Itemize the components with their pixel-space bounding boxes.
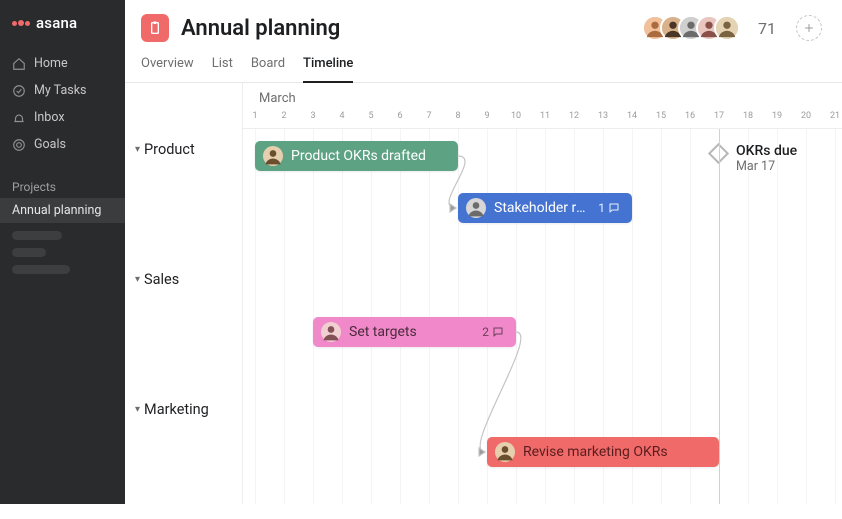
section-label: Sales <box>144 271 179 288</box>
sidebar: asana Home My Tasks Inbox Goals P <box>0 0 125 504</box>
main: Annual planning 71 Overview List Board T… <box>125 0 842 504</box>
project-placeholder <box>12 231 62 240</box>
section-sales[interactable]: ▾ Sales <box>125 259 242 389</box>
day-tick: 4 <box>339 111 344 121</box>
task-label: Set targets <box>349 324 474 340</box>
caret-down-icon: ▾ <box>135 141 140 155</box>
task-bar-stakeholder[interactable]: Stakeholder review 1 <box>458 193 632 223</box>
nav-goals[interactable]: Goals <box>0 131 125 158</box>
nav-label: My Tasks <box>34 83 87 98</box>
asana-logo-icon <box>12 20 30 26</box>
day-tick: 17 <box>714 111 724 121</box>
nav-label: Home <box>34 56 68 71</box>
bell-icon <box>12 111 26 125</box>
project-placeholder <box>12 248 46 257</box>
task-bar-set-targets[interactable]: Set targets 2 <box>313 317 516 347</box>
tab-timeline[interactable]: Timeline <box>303 50 353 83</box>
day-tick: 14 <box>627 111 637 121</box>
comment-count[interactable]: 1 <box>598 201 620 215</box>
gridline <box>284 129 285 504</box>
day-tick: 19 <box>772 111 782 121</box>
milestone-date: Mar 17 <box>736 159 797 174</box>
task-bar-revise-mkt[interactable]: Revise marketing OKRs <box>487 437 719 467</box>
comment-icon <box>492 326 504 338</box>
milestone-title: OKRs due <box>736 143 797 159</box>
comment-count[interactable]: 2 <box>482 325 504 339</box>
plus-icon <box>803 22 815 34</box>
nav-list: Home My Tasks Inbox Goals <box>0 46 125 162</box>
timeline-chart[interactable]: March 123456789101112131415161718192021 … <box>243 83 842 504</box>
day-tick: 16 <box>685 111 695 121</box>
nav-label: Goals <box>34 137 66 152</box>
nav-label: Inbox <box>34 110 65 125</box>
tab-overview[interactable]: Overview <box>141 50 194 83</box>
day-tick: 2 <box>281 111 286 121</box>
section-label: Marketing <box>144 401 209 418</box>
day-tick: 12 <box>569 111 579 121</box>
day-tick: 8 <box>455 111 460 121</box>
day-tick: 15 <box>656 111 666 121</box>
milestone[interactable]: OKRs dueMar 17 <box>711 143 797 174</box>
day-tick: 11 <box>540 111 550 121</box>
month-label: March <box>259 91 296 106</box>
member-avatars[interactable] <box>650 15 740 41</box>
day-tick: 6 <box>397 111 402 121</box>
gridline <box>748 129 749 504</box>
project-placeholder <box>12 265 70 274</box>
nav-home[interactable]: Home <box>0 50 125 77</box>
tabs: Overview List Board Timeline <box>125 50 842 83</box>
tab-list[interactable]: List <box>212 50 233 83</box>
day-tick: 18 <box>743 111 753 121</box>
row-labels: ▾ Product ▾ Sales ▾ Marketing <box>125 83 243 504</box>
gridline <box>255 129 256 504</box>
caret-down-icon: ▾ <box>135 271 140 285</box>
milestone-gridline <box>719 129 720 504</box>
nav-my-tasks[interactable]: My Tasks <box>0 77 125 104</box>
nav-inbox[interactable]: Inbox <box>0 104 125 131</box>
brand: asana <box>0 0 125 46</box>
comment-icon <box>608 202 620 214</box>
gridline <box>806 129 807 504</box>
assignee-avatar <box>495 442 515 462</box>
gridline <box>835 129 836 504</box>
day-tick: 20 <box>801 111 811 121</box>
assignee-avatar <box>263 146 283 166</box>
day-tick: 9 <box>484 111 489 121</box>
gridline <box>777 129 778 504</box>
section-product[interactable]: ▾ Product <box>125 129 242 259</box>
section-label: Product <box>144 141 195 158</box>
task-bar-product-okrs[interactable]: Product OKRs drafted <box>255 141 458 171</box>
check-circle-icon <box>12 84 26 98</box>
task-label: Revise marketing OKRs <box>523 444 707 460</box>
tab-board[interactable]: Board <box>251 50 285 83</box>
section-marketing[interactable]: ▾ Marketing <box>125 389 242 519</box>
page-title: Annual planning <box>181 16 340 41</box>
task-label: Stakeholder review <box>494 200 590 216</box>
gridline <box>313 129 314 504</box>
day-tick: 7 <box>426 111 431 121</box>
member-overflow-count[interactable]: 71 <box>758 19 776 38</box>
day-tick: 1 <box>252 111 257 121</box>
projects-section-label: Projects <box>0 162 125 198</box>
task-label: Product OKRs drafted <box>291 148 446 164</box>
target-icon <box>12 138 26 152</box>
timeline: ▾Product▾Sales▾Marketing March 123456789… <box>125 83 842 504</box>
assignee-avatar <box>466 198 486 218</box>
project-icon <box>141 14 169 42</box>
project-item-annual-planning[interactable]: Annual planning <box>0 198 125 223</box>
day-tick: 21 <box>830 111 840 121</box>
header: Annual planning 71 <box>125 0 842 50</box>
brand-name: asana <box>36 14 77 32</box>
home-icon <box>12 57 26 71</box>
day-tick: 10 <box>511 111 521 121</box>
caret-down-icon: ▾ <box>135 401 140 415</box>
day-tick: 5 <box>368 111 373 121</box>
avatar[interactable] <box>714 15 740 41</box>
day-tick: 3 <box>310 111 315 121</box>
assignee-avatar <box>321 322 341 342</box>
add-member-button[interactable] <box>796 15 822 41</box>
day-tick: 13 <box>598 111 608 121</box>
date-ruler: 123456789101112131415161718192021 <box>243 111 842 129</box>
